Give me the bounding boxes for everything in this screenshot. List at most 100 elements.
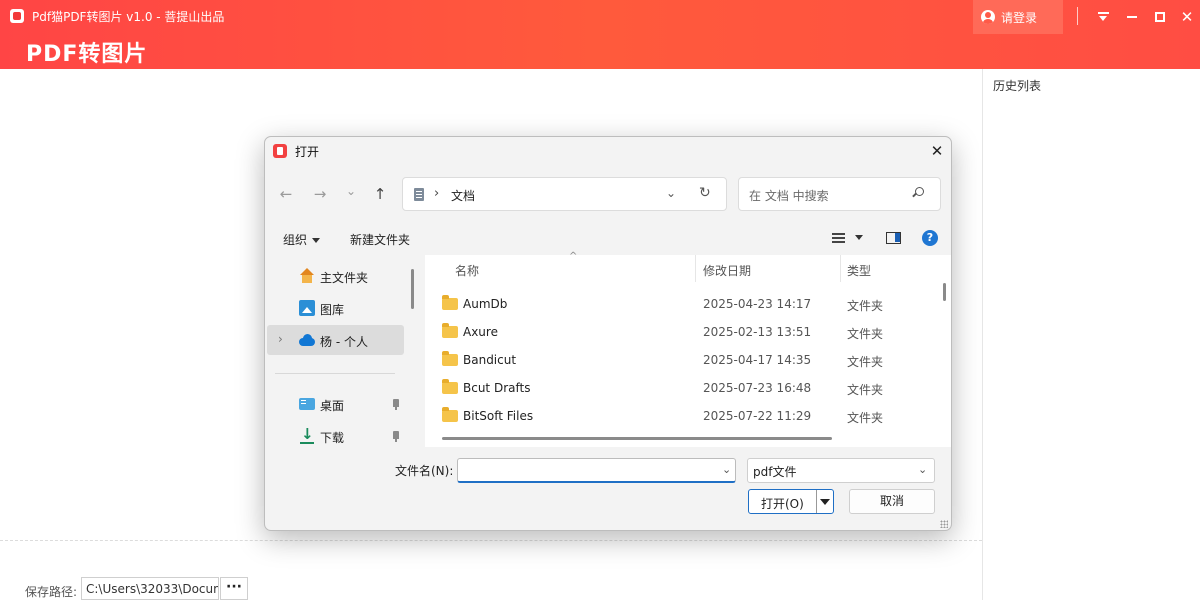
up-arrow-icon[interactable]: ↑ <box>369 183 391 205</box>
nav-item-label: 主文件夹 <box>320 271 369 285</box>
gallery-icon <box>299 300 315 316</box>
help-icon[interactable]: ? <box>922 230 938 246</box>
open-split-divider <box>816 490 817 513</box>
folder-icon <box>442 407 458 422</box>
column-divider[interactable] <box>840 255 841 282</box>
dialog-close-icon[interactable]: ✕ <box>927 141 947 161</box>
open-label: 打开(O) <box>761 497 804 511</box>
search-icon <box>915 187 924 196</box>
dialog-title: 打开 <box>295 145 320 159</box>
file-name: BitSoft Files <box>463 409 534 423</box>
sort-ascending-icon: ^ <box>569 251 578 262</box>
column-header-name[interactable]: 名称 <box>455 262 479 279</box>
desktop-icon <box>299 398 315 410</box>
file-type: 文件夹 <box>847 327 884 341</box>
breadcrumb-chevron-icon: › <box>434 186 440 201</box>
file-type: 文件夹 <box>847 299 884 313</box>
nav-item-desktop[interactable]: 桌面 <box>267 389 404 419</box>
horizontal-scrollbar[interactable] <box>442 437 832 440</box>
file-name: Bandicut <box>463 353 517 367</box>
filename-dropdown-icon[interactable]: ⌄ <box>722 463 731 476</box>
nav-item-label: 桌面 <box>320 399 345 413</box>
nav-item-home[interactable]: 主文件夹 <box>267 261 404 291</box>
address-bar[interactable]: › 文档 ⌄ ↻ <box>402 177 727 211</box>
address-dropdown-icon[interactable]: ⌄ <box>666 186 676 200</box>
file-date: 2025-04-17 14:35 <box>703 353 812 367</box>
download-icon <box>299 425 315 444</box>
menu-icon <box>1097 12 1109 22</box>
file-name: Axure <box>463 325 498 339</box>
app-header: Pdf猫PDF转图片 v1.0 - 菩提山出品 PDF转图片 请登录 ✕ <box>0 0 1200 69</box>
drop-area-divider <box>0 540 982 541</box>
new-folder-button[interactable]: 新建文件夹 <box>350 231 410 248</box>
file-date: 2025-02-13 13:51 <box>703 325 812 339</box>
maximize-icon <box>1155 12 1165 22</box>
refresh-icon[interactable]: ↻ <box>699 185 711 201</box>
close-icon: ✕ <box>1180 7 1194 26</box>
file-type: 文件夹 <box>847 355 884 369</box>
nav-item-downloads[interactable]: 下载 <box>267 421 404 451</box>
filetype-select[interactable]: pdf文件 ⌄ <box>747 458 935 483</box>
column-header-date[interactable]: 修改日期 <box>703 262 751 279</box>
file-row[interactable]: BitSoft Files 2025-07-22 11:29 文件夹 <box>425 403 935 431</box>
app-logo-icon <box>10 9 24 23</box>
file-list: ^ 名称 修改日期 类型 AumDb 2025-04-23 14:17 文件夹 … <box>425 251 951 447</box>
pin-icon[interactable] <box>393 431 399 442</box>
file-row[interactable]: Bandicut 2025-04-17 14:35 文件夹 <box>425 347 935 375</box>
open-button[interactable]: 打开(O) <box>748 489 834 514</box>
nav-item-label: 图库 <box>320 303 345 317</box>
user-icon <box>981 10 995 24</box>
login-button[interactable]: 请登录 <box>973 0 1063 34</box>
back-arrow-icon[interactable]: ← <box>275 183 297 205</box>
history-title: 历史列表 <box>993 79 1042 93</box>
file-date: 2025-07-23 16:48 <box>703 381 812 395</box>
file-row[interactable]: Axure 2025-02-13 13:51 文件夹 <box>425 319 935 347</box>
view-dropdown-icon[interactable] <box>855 235 863 240</box>
view-list-icon[interactable] <box>832 233 845 243</box>
organize-dropdown-icon <box>312 238 321 243</box>
search-input[interactable]: 在 文档 中搜索 <box>749 187 829 204</box>
forward-arrow-icon[interactable]: → <box>309 183 331 205</box>
open-file-dialog: 打开 ✕ ← → ⌄ ↑ › 文档 ⌄ ↻ 在 文档 中搜索 组织 新建文件夹 … <box>264 136 952 531</box>
folder-icon <box>442 295 458 310</box>
pin-icon[interactable] <box>393 399 399 410</box>
menu-button[interactable] <box>1092 6 1114 28</box>
close-button[interactable]: ✕ <box>1176 6 1198 28</box>
minimize-button[interactable] <box>1121 6 1143 28</box>
nav-divider <box>275 373 395 374</box>
organize-label: 组织 <box>283 233 308 247</box>
resize-grip-icon[interactable] <box>940 520 948 528</box>
search-box[interactable]: 在 文档 中搜索 <box>738 177 941 211</box>
filetype-value: pdf文件 <box>753 465 797 479</box>
folder-icon <box>442 323 458 338</box>
recent-locations-chevron-icon[interactable]: ⌄ <box>340 180 362 202</box>
maximize-button[interactable] <box>1149 6 1171 28</box>
nav-item-gallery[interactable]: 图库 <box>267 293 404 323</box>
nav-item-onedrive-personal[interactable]: › 杨 - 个人 <box>267 325 404 355</box>
home-icon <box>299 268 315 284</box>
history-panel: 历史列表 <box>982 69 1200 600</box>
organize-button[interactable]: 组织 <box>283 231 321 248</box>
folder-icon <box>442 379 458 394</box>
file-name: Bcut Drafts <box>463 381 531 395</box>
column-header-type[interactable]: 类型 <box>847 262 871 279</box>
folder-icon <box>442 351 458 366</box>
minimize-icon <box>1127 16 1137 18</box>
file-date: 2025-04-23 14:17 <box>703 297 812 311</box>
open-dropdown-icon[interactable] <box>820 499 830 505</box>
save-path-input[interactable]: C:\Users\32033\Docum <box>81 577 219 600</box>
cancel-button[interactable]: 取消 <box>849 489 935 514</box>
column-divider[interactable] <box>695 255 696 282</box>
file-date: 2025-07-22 11:29 <box>703 409 812 423</box>
nav-pane-scrollbar[interactable] <box>411 269 414 309</box>
file-type: 文件夹 <box>847 383 884 397</box>
file-row[interactable]: Bcut Drafts 2025-07-23 16:48 文件夹 <box>425 375 935 403</box>
preview-pane-icon[interactable] <box>886 232 901 244</box>
expand-chevron-icon[interactable]: › <box>278 332 283 346</box>
file-row[interactable]: AumDb 2025-04-23 14:17 文件夹 <box>425 291 935 319</box>
breadcrumb-documents[interactable]: 文档 <box>451 187 475 204</box>
file-list-scrollbar[interactable] <box>943 283 946 301</box>
login-label: 请登录 <box>1001 10 1038 25</box>
browse-button[interactable]: ··· <box>220 577 248 600</box>
filename-input[interactable] <box>457 458 736 483</box>
